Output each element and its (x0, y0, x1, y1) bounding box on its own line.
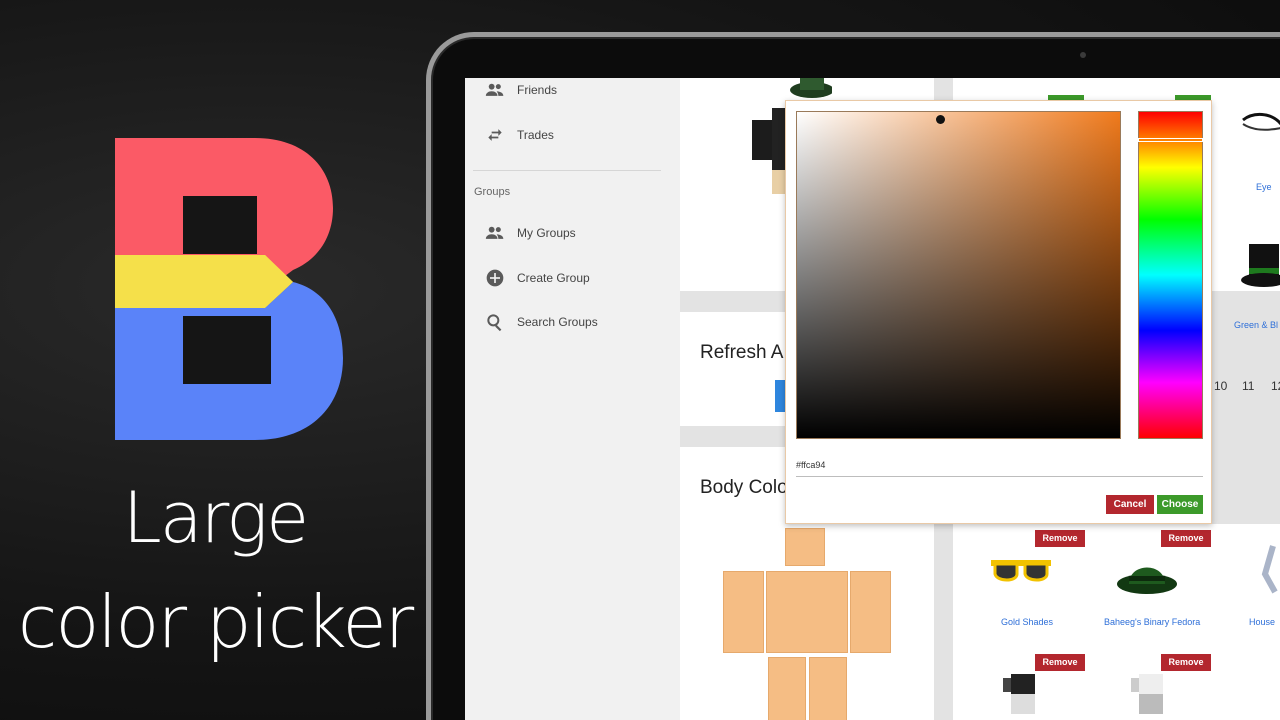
inventory-card-bottom: Remove Gold Shades Remove Baheeg's Binar… (953, 524, 1280, 720)
logo-counter-bottom (183, 316, 271, 384)
shirt-thumbnail (1003, 674, 1035, 714)
top-hat-thumbnail (1241, 244, 1280, 287)
choose-button[interactable]: Choose (1157, 495, 1203, 514)
page-number[interactable]: 11 (1242, 379, 1254, 393)
item-name[interactable]: Gold Shades (1001, 617, 1053, 627)
card-title: Refresh A (700, 342, 784, 363)
body-part-head[interactable] (785, 528, 825, 566)
sidebar: Friends Trades Groups My Groups Create G… (465, 78, 680, 720)
card-title: Body Colo (700, 477, 788, 498)
plus-circle-icon (486, 269, 504, 287)
sidebar-heading-groups: Groups (474, 186, 511, 198)
webcam-dot (1080, 52, 1086, 58)
sidebar-item-label: My Groups (517, 226, 576, 240)
sidebar-divider (473, 170, 661, 171)
eye-accessory-thumbnail (1242, 113, 1280, 131)
page-number[interactable]: 10 (1214, 379, 1227, 393)
sidebar-item-friends[interactable]: Friends (485, 80, 557, 100)
sidebar-item-create-group[interactable]: Create Group (485, 268, 590, 288)
laptop-screen: Friends Trades Groups My Groups Create G… (465, 78, 1280, 720)
btroblox-logo (115, 138, 343, 440)
house-item-thumbnail (1261, 545, 1278, 594)
sidebar-item-label: Create Group (517, 271, 590, 285)
binary-fedora-thumbnail (1117, 567, 1177, 594)
cancel-button[interactable]: Cancel (1106, 495, 1154, 514)
sidebar-item-trades[interactable]: Trades (485, 125, 554, 145)
item-name[interactable]: Green & Bl (1234, 320, 1278, 330)
saturation-value-area[interactable] (796, 111, 1121, 439)
body-part-right-arm[interactable] (723, 571, 764, 653)
color-cursor[interactable] (936, 115, 945, 124)
logo-arrow (115, 255, 293, 308)
body-part-right-leg[interactable] (768, 657, 806, 720)
trade-arrows-icon (488, 129, 502, 141)
shirt-thumbnail (1131, 674, 1163, 714)
item-name[interactable]: House (1249, 617, 1275, 627)
page-number[interactable]: 12 (1271, 379, 1280, 393)
sidebar-item-search-groups[interactable]: Search Groups (485, 312, 598, 332)
remove-button[interactable]: Remove (1161, 530, 1211, 547)
remove-button[interactable]: Remove (1035, 654, 1085, 671)
gold-shades-thumbnail (991, 560, 1051, 582)
hue-slider-handle[interactable] (1138, 138, 1203, 142)
item-name[interactable]: Baheeg's Binary Fedora (1104, 617, 1200, 627)
hue-slider[interactable] (1138, 111, 1203, 439)
body-part-torso[interactable] (766, 571, 848, 653)
tagline-line-2: color picker (17, 580, 415, 664)
body-part-left-arm[interactable] (850, 571, 891, 653)
sidebar-item-label: Search Groups (517, 315, 598, 329)
friends-icon (485, 83, 504, 96)
groups-icon (485, 226, 504, 239)
hex-color-input[interactable] (796, 453, 1203, 477)
search-icon (487, 314, 502, 332)
body-part-left-leg[interactable] (809, 657, 847, 720)
color-picker-dialog: Cancel Choose (785, 100, 1212, 524)
remove-button[interactable]: Remove (1161, 654, 1211, 671)
sidebar-item-label: Trades (517, 128, 554, 142)
sidebar-item-my-groups[interactable]: My Groups (485, 223, 576, 243)
sidebar-item-label: Friends (517, 83, 558, 97)
logo-counter-top (183, 196, 257, 254)
item-name[interactable]: Eye (1256, 182, 1272, 192)
remove-button[interactable]: Remove (1035, 530, 1085, 547)
tagline-line-1: Large (122, 477, 310, 559)
